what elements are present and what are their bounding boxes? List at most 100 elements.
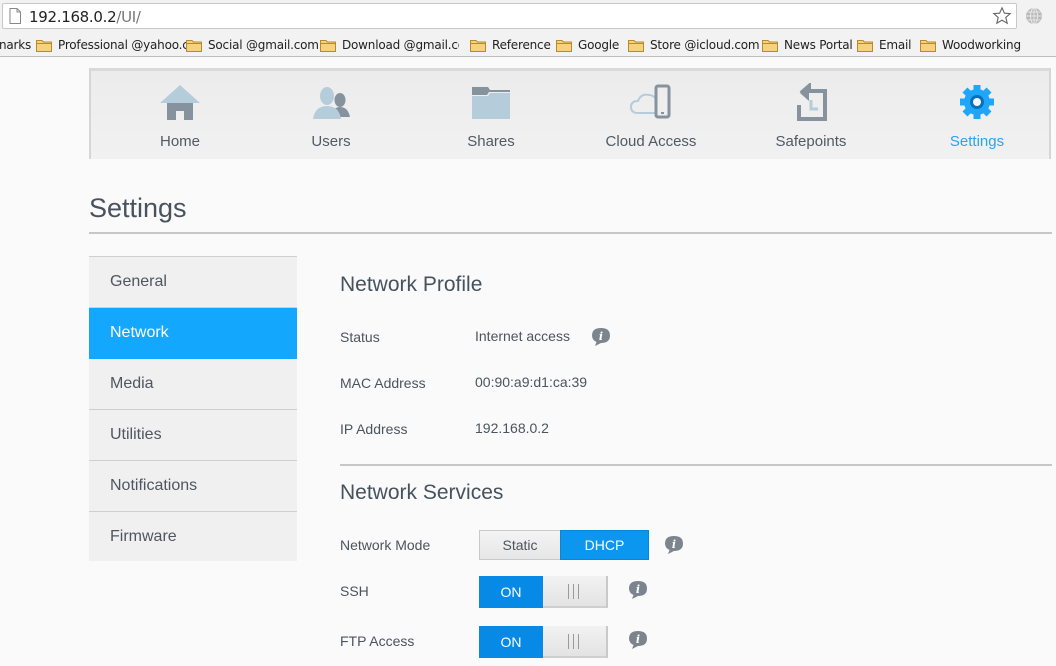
folder-icon xyxy=(556,39,572,52)
info-icon[interactable]: i xyxy=(628,580,648,600)
folder-icon xyxy=(470,39,486,52)
nav-label: Safepoints xyxy=(775,133,847,150)
ip-address-label: IP Address xyxy=(340,421,408,437)
sidemenu-item-firmware[interactable]: Firmware xyxy=(89,512,297,563)
sidemenu-label: General xyxy=(110,273,167,290)
bookmark-label: Social @gmail.com xyxy=(208,38,319,52)
status-value: Internet access xyxy=(475,328,570,344)
svg-text:i: i xyxy=(636,583,640,596)
title-divider xyxy=(89,232,1052,234)
nav-settings[interactable]: Settings xyxy=(897,71,1056,159)
sidemenu-item-media[interactable]: Media xyxy=(89,359,297,410)
bookmark-star-icon[interactable] xyxy=(992,6,1012,26)
home-icon xyxy=(160,85,200,120)
gear-icon xyxy=(960,85,994,119)
network-mode-static-button[interactable]: Static xyxy=(479,530,560,560)
ssh-label: SSH xyxy=(340,583,369,599)
sidemenu-label: Firmware xyxy=(110,528,177,545)
ip-address-value: 192.168.0.2 xyxy=(475,420,549,436)
top-navigation: Home Users Shares Cloud Access Safepoint… xyxy=(89,68,1051,159)
ftp-access-label: FTP Access xyxy=(340,633,415,649)
bookmarks-bar: narks Professional @yahoo.c Social @gmai… xyxy=(0,32,1056,57)
bookmark-label: Email xyxy=(879,38,912,52)
sidemenu-label: Notifications xyxy=(110,477,198,494)
bookmark-label: Reference xyxy=(492,38,551,52)
bookmark-item[interactable]: Email xyxy=(857,37,911,53)
mac-address-value: 00:90:a9:d1:ca:39 xyxy=(475,374,588,390)
sidemenu-label: Media xyxy=(110,375,154,392)
folder-icon xyxy=(857,39,873,52)
folder-icon xyxy=(920,39,936,52)
nav-label: Shares xyxy=(467,133,515,150)
folder-icon xyxy=(186,39,202,52)
bookmark-item[interactable]: Store @icloud.com xyxy=(628,37,760,53)
folder-icon xyxy=(762,39,778,52)
nav-label: Settings xyxy=(949,133,1005,150)
browser-toolbar: 192.168.0.2/UI/ xyxy=(0,0,1056,32)
ssh-toggle-state: ON xyxy=(479,576,543,608)
bookmark-label: News Portal xyxy=(784,38,853,52)
folder-icon xyxy=(472,87,510,119)
address-bar[interactable]: 192.168.0.2/UI/ xyxy=(2,3,1017,29)
nav-users[interactable]: Users xyxy=(251,71,411,159)
folder-icon xyxy=(628,39,644,52)
bookmark-item[interactable]: Download @gmail.co xyxy=(320,37,459,53)
sidemenu-item-utilities[interactable]: Utilities xyxy=(89,410,297,461)
cloud-phone-icon xyxy=(629,84,671,119)
bookmark-label: Google xyxy=(578,38,620,52)
safepoint-icon xyxy=(797,83,827,121)
sidemenu-label: Network xyxy=(110,324,169,341)
bookmark-item[interactable]: Social @gmail.com xyxy=(186,37,319,53)
bookmark-label: narks xyxy=(0,38,32,52)
svg-text:i: i xyxy=(599,330,603,343)
nav-safepoints[interactable]: Safepoints xyxy=(731,71,891,159)
bookmark-label: Store @icloud.com xyxy=(650,38,760,52)
sidemenu-item-notifications[interactable]: Notifications xyxy=(89,461,297,512)
network-services-title: Network Services xyxy=(340,481,504,504)
bookmark-label: Professional @yahoo.c xyxy=(58,38,189,52)
url-host: 192.168.0.2 xyxy=(29,8,117,26)
folder-icon xyxy=(320,39,336,52)
ftp-toggle-state: ON xyxy=(479,626,543,658)
ssh-toggle[interactable]: ON xyxy=(479,576,608,609)
url-text[interactable]: 192.168.0.2/UI/ xyxy=(29,8,141,26)
network-profile-title: Network Profile xyxy=(340,273,483,296)
nav-home[interactable]: Home xyxy=(100,71,260,159)
info-icon[interactable]: i xyxy=(628,630,648,650)
toggle-handle[interactable] xyxy=(543,626,608,658)
nav-cloud-access[interactable]: Cloud Access xyxy=(571,71,731,159)
sidemenu-item-network[interactable]: Network xyxy=(89,308,297,359)
sidemenu-item-general[interactable]: General xyxy=(89,257,297,308)
toggle-handle[interactable] xyxy=(543,576,608,608)
bookmark-item[interactable]: Google xyxy=(556,37,619,53)
network-mode-dhcp-button[interactable]: DHCP xyxy=(560,530,649,560)
svg-text:i: i xyxy=(636,633,640,646)
url-path: /UI/ xyxy=(116,8,141,26)
sidemenu-label: Utilities xyxy=(110,426,162,443)
network-mode-label: Network Mode xyxy=(340,537,431,553)
svg-text:i: i xyxy=(672,538,676,551)
info-icon[interactable]: i xyxy=(664,535,684,555)
page-icon xyxy=(9,8,21,24)
nav-label: Home xyxy=(159,133,200,150)
nav-shares[interactable]: Shares xyxy=(411,71,571,159)
folder-icon xyxy=(36,39,52,52)
ftp-access-toggle[interactable]: ON xyxy=(479,626,608,659)
nav-label: Cloud Access xyxy=(605,133,697,150)
section-divider xyxy=(340,464,1052,466)
bookmark-item[interactable]: Reference xyxy=(470,37,551,53)
nav-label: Users xyxy=(311,133,351,150)
bookmark-label: Download @gmail.co xyxy=(342,38,459,52)
bookmark-label: Woodworking xyxy=(942,38,1021,52)
network-mode-selector: Static DHCP xyxy=(479,530,649,560)
status-label: Status xyxy=(340,329,380,345)
bookmark-item[interactable]: narks xyxy=(0,37,31,53)
info-icon[interactable]: i xyxy=(591,327,611,347)
mac-address-label: MAC Address xyxy=(340,375,426,391)
bookmark-item[interactable]: Woodworking xyxy=(920,37,1021,53)
users-icon xyxy=(313,87,350,119)
bookmark-item[interactable]: News Portal xyxy=(762,37,853,53)
globe-icon[interactable] xyxy=(1025,7,1043,25)
bookmark-item[interactable]: Professional @yahoo.c xyxy=(36,37,189,53)
page-title: Settings xyxy=(89,193,187,223)
